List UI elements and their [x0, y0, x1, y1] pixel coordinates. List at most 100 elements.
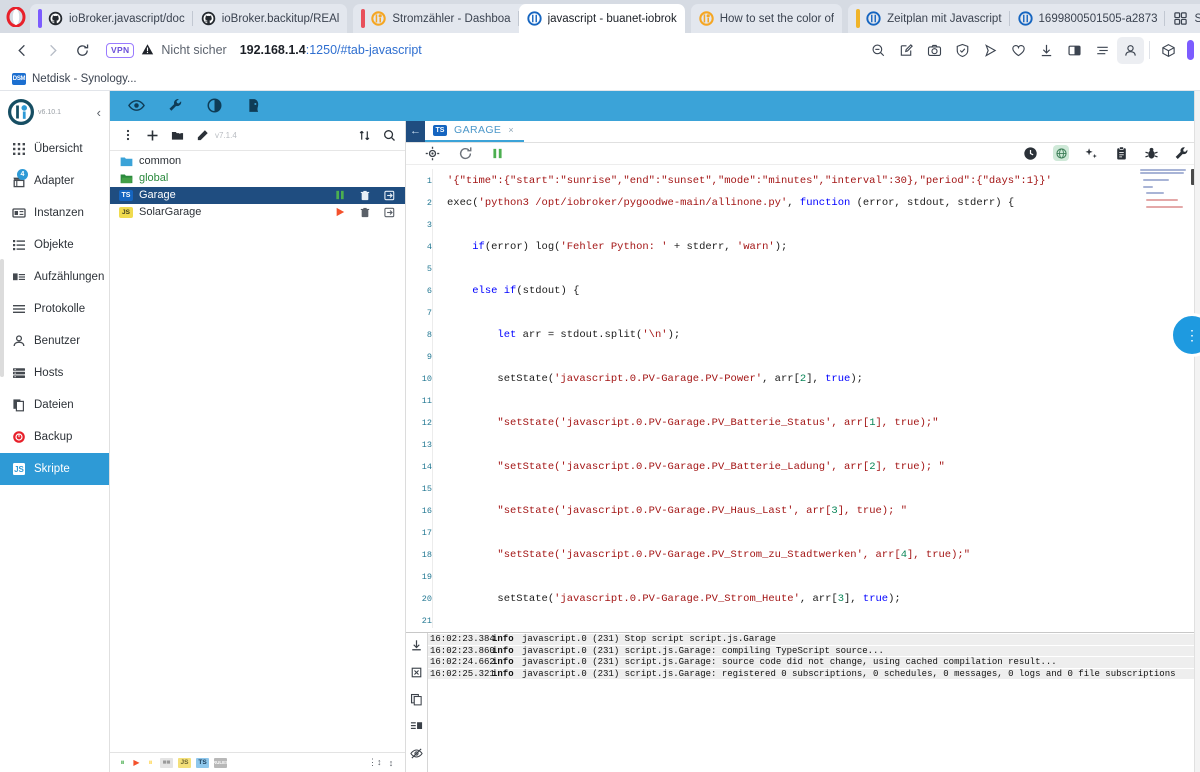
- browser-tab[interactable]: Schnellwahl: [1165, 4, 1200, 33]
- layout-icon[interactable]: [410, 720, 423, 736]
- delete-icon[interactable]: [359, 190, 370, 201]
- edit-icon[interactable]: [196, 129, 209, 142]
- vpn-badge[interactable]: VPN: [106, 43, 134, 58]
- browser-tab[interactable]: Stromzähler - Dashboa: [353, 4, 518, 33]
- code-line[interactable]: else if(stdout) {: [447, 280, 1200, 302]
- code-line[interactable]: "setState('javascript.0.PV-Garage.PV_Hau…: [447, 500, 1200, 522]
- sidebar-item-protokolle[interactable]: Protokolle: [0, 293, 109, 325]
- log-row[interactable]: 16:02:23.384infojavascript.0 (231) Stop …: [428, 634, 1200, 646]
- pause-icon[interactable]: [334, 190, 345, 201]
- code-line[interactable]: [447, 522, 1200, 544]
- browser-tab[interactable]: Zeitplan mit Javascript: [848, 4, 1009, 33]
- log-lines[interactable]: 16:02:23.384infojavascript.0 (231) Stop …: [428, 633, 1200, 772]
- filter-js-tag[interactable]: JS: [178, 758, 191, 768]
- editor-tab-garage[interactable]: TS GARAGE ×: [425, 121, 524, 143]
- sidebar-item-aufz-hlungen[interactable]: Aufzählungen: [0, 261, 109, 293]
- heart-icon[interactable]: [1005, 37, 1032, 64]
- collapse-all-icon[interactable]: ⋮↕: [368, 757, 380, 768]
- contrast-icon[interactable]: [205, 97, 223, 115]
- code-line[interactable]: [447, 346, 1200, 368]
- snapshot-icon[interactable]: [921, 37, 948, 64]
- export-icon[interactable]: [384, 207, 395, 218]
- clipboard-icon[interactable]: [1114, 146, 1129, 161]
- filter-rules-tag[interactable]: RULES: [214, 758, 227, 768]
- profile-icon[interactable]: [1117, 37, 1144, 64]
- bookmark-item-netdisk[interactable]: Netdisk - Synology...: [32, 73, 137, 85]
- close-icon[interactable]: ×: [508, 125, 513, 135]
- forward-icon[interactable]: [38, 36, 66, 64]
- shield-check-icon[interactable]: [949, 37, 976, 64]
- eye-icon[interactable]: [127, 97, 145, 115]
- code-line[interactable]: [447, 610, 1200, 632]
- copy-icon[interactable]: [410, 693, 423, 709]
- download-icon[interactable]: [410, 639, 423, 655]
- pause-icon[interactable]: [491, 147, 504, 160]
- editor-back-button[interactable]: ←: [406, 121, 425, 143]
- wrench-icon[interactable]: [1174, 146, 1189, 161]
- code-line[interactable]: [447, 258, 1200, 280]
- sidebar-item-adapter[interactable]: 4Adapter: [0, 165, 109, 197]
- sidebar-item-dateien[interactable]: Dateien: [0, 389, 109, 421]
- log-row[interactable]: 16:02:24.662infojavascript.0 (231) scrip…: [428, 657, 1200, 669]
- browser-tab[interactable]: javascript - buanet-iobrok: [519, 4, 685, 33]
- address-bar[interactable]: VPN Nicht sicher 192.168.1.4:1250/#tab-j…: [98, 36, 863, 64]
- sidebar-item-instanzen[interactable]: Instanzen: [0, 197, 109, 229]
- screenshot-edit-icon[interactable]: [893, 37, 920, 64]
- delete-icon[interactable]: [359, 207, 370, 218]
- eye-off-icon[interactable]: [410, 747, 423, 763]
- download-icon[interactable]: [1033, 37, 1060, 64]
- pause-yellow-icon[interactable]: ⏸: [146, 757, 155, 768]
- code-line[interactable]: setState('javascript.0.PV-Garage.PV_Stro…: [447, 588, 1200, 610]
- bug-icon[interactable]: [1144, 146, 1159, 161]
- send-icon[interactable]: [977, 37, 1004, 64]
- play-icon[interactable]: [334, 207, 345, 218]
- tree-row[interactable]: common: [110, 153, 405, 170]
- browser-tab[interactable]: ioBroker.javascript/doc: [30, 4, 193, 33]
- chevron-left-icon[interactable]: ‹: [97, 105, 103, 120]
- clock-icon[interactable]: [1023, 146, 1038, 161]
- code-content[interactable]: '{"time":{"start":"sunrise","end":"sunse…: [433, 165, 1200, 632]
- tree-row[interactable]: TSGarage: [110, 187, 405, 204]
- sidebar-item-skripte[interactable]: JSSkripte: [0, 453, 109, 485]
- code-line[interactable]: [447, 434, 1200, 456]
- user-icon[interactable]: [244, 97, 262, 115]
- opera-logo-icon[interactable]: [2, 0, 30, 33]
- filter-ts-tag[interactable]: TS: [196, 758, 209, 768]
- sidebar-item-backup[interactable]: Backup: [0, 421, 109, 453]
- sidebar-toggle-pill[interactable]: [1187, 40, 1194, 60]
- tree-row[interactable]: global: [110, 170, 405, 187]
- play-red-icon[interactable]: ▶: [132, 757, 141, 768]
- tree-row[interactable]: JSSolarGarage: [110, 204, 405, 221]
- sidebar-item--bersicht[interactable]: Übersicht: [0, 133, 109, 165]
- browser-tab[interactable]: How to set the color of: [691, 4, 842, 33]
- sidebar-item-objekte[interactable]: Objekte: [0, 229, 109, 261]
- cube-icon[interactable]: [1155, 37, 1182, 64]
- add-script-icon[interactable]: [146, 129, 159, 142]
- sparkle-icon[interactable]: [1084, 146, 1099, 161]
- code-line[interactable]: [447, 566, 1200, 588]
- expand-collapse-icon[interactable]: [358, 129, 371, 142]
- easy-setup-icon[interactable]: [1089, 37, 1116, 64]
- log-row[interactable]: 16:02:23.860infojavascript.0 (231) scrip…: [428, 646, 1200, 658]
- code-line[interactable]: "setState('javascript.0.PV-Garage.PV_Bat…: [447, 456, 1200, 478]
- code-line[interactable]: [447, 390, 1200, 412]
- log-row[interactable]: 16:02:25.321infojavascript.0 (231) scrip…: [428, 669, 1200, 681]
- browser-tab[interactable]: ioBroker.backitup/REAl: [193, 4, 348, 33]
- code-line[interactable]: '{"time":{"start":"sunrise","end":"sunse…: [447, 170, 1200, 192]
- globe-settings-icon[interactable]: [1053, 145, 1069, 161]
- code-line[interactable]: [447, 478, 1200, 500]
- blockly-icon[interactable]: ■■: [160, 758, 173, 768]
- locate-icon[interactable]: [425, 146, 440, 161]
- code-line[interactable]: "setState('javascript.0.PV-Garage.PV_Bat…: [447, 412, 1200, 434]
- zoom-out-icon[interactable]: [865, 37, 892, 64]
- code-line[interactable]: exec('python3 /opt/iobroker/pygoodwe-mai…: [447, 192, 1200, 214]
- code-line[interactable]: [447, 214, 1200, 236]
- code-line[interactable]: if(error) log('Fehler Python: ' + stderr…: [447, 236, 1200, 258]
- code-line[interactable]: "setState('javascript.0.PV-Garage.PV_Str…: [447, 544, 1200, 566]
- more-vert-icon[interactable]: [122, 129, 134, 141]
- wrench-icon[interactable]: [166, 97, 184, 115]
- delete-icon[interactable]: [410, 666, 423, 682]
- export-icon[interactable]: [384, 190, 395, 201]
- code-line[interactable]: [447, 302, 1200, 324]
- split-view-icon[interactable]: [1061, 37, 1088, 64]
